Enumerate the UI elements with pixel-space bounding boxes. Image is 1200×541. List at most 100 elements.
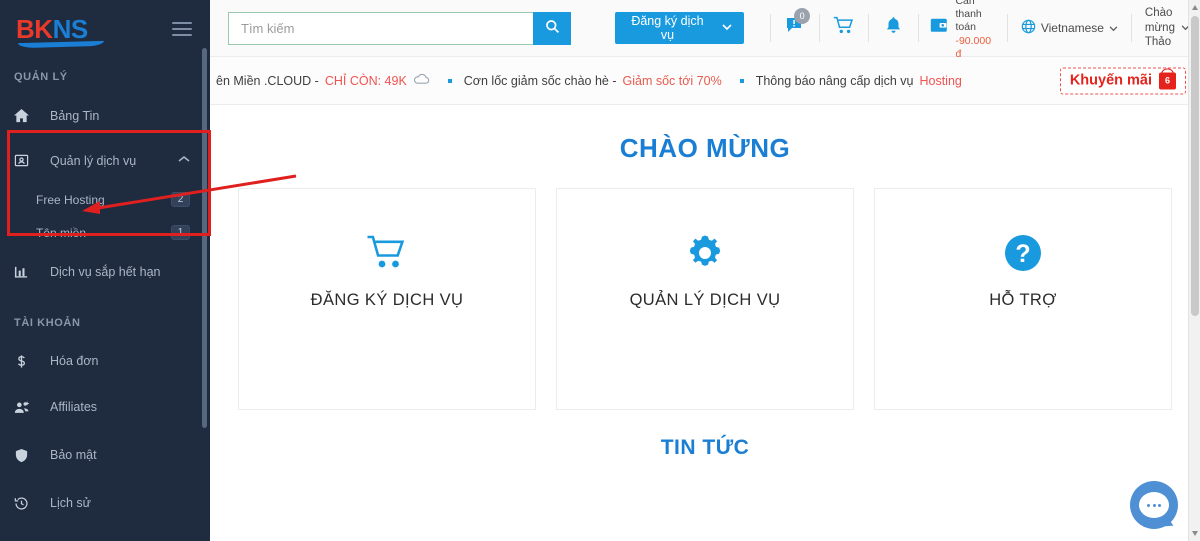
promotion-button[interactable]: Khuyến mãi 6 [1059, 67, 1186, 94]
chat-dots [1139, 492, 1169, 518]
promo-separator-dot [447, 78, 452, 83]
wallet-balance[interactable]: Cần thanh toán -90.000 đ [918, 0, 1006, 60]
sidebar-subitem-ten-mien[interactable]: Tên miền 1 [0, 216, 210, 249]
search-button[interactable] [533, 11, 571, 45]
promotion-button-label: Khuyến mãi [1069, 72, 1152, 89]
promo-item-3-text: Thông báo nâng cấp dịch vụ [755, 73, 914, 88]
card-title: ĐĂNG KÝ DỊCH VỤ [310, 291, 464, 309]
sidebar-subitem-label: Tên miền [36, 225, 87, 240]
register-service-button[interactable]: Đăng ký dịch vụ [615, 12, 744, 44]
register-service-label: Đăng ký dịch vụ [631, 14, 704, 42]
question-circle-icon: ? [1003, 229, 1043, 277]
promo-item-1[interactable]: ên Miền .CLOUD - CHỈ CÒN: 49K [216, 73, 430, 88]
sidebar-subitem-badge: 1 [171, 225, 190, 240]
hamburger-icon[interactable] [172, 21, 192, 36]
gear-icon [685, 229, 725, 277]
wallet-icon [930, 17, 948, 39]
language-label: Vietnamese [1040, 21, 1104, 35]
wallet-label-line3: toán [955, 21, 976, 34]
card-ho-tro[interactable]: ? HỖ TRỢ [874, 188, 1172, 410]
quick-action-cards: ĐĂNG KÝ DỊCH VỤ QUẢN LÝ DỊCH VỤ ? HỖ TRỢ [210, 164, 1200, 410]
messages-button[interactable]: 0 [771, 0, 819, 57]
sidebar-section-account-title: TÀI KHOẢN [14, 317, 81, 329]
promo-separator-dot [739, 78, 744, 83]
user-greeting-line1: Chào [1144, 6, 1173, 19]
search-group [228, 11, 571, 45]
card-title: HỖ TRỢ [989, 291, 1057, 309]
sidebar-item-label: Quản lý dịch vụ [50, 153, 137, 168]
wallet-label-line1: Cần [955, 0, 975, 8]
promo-item-2[interactable]: Cơn lốc giảm sốc chào hè - Giảm sốc tới … [464, 74, 722, 88]
promo-item-1-text: ên Miền .CLOUD - [216, 73, 319, 88]
sidebar-item-label: Hóa đơn [50, 354, 99, 368]
wallet-label-line2: thanh [955, 8, 982, 21]
chevron-down-icon [722, 23, 732, 33]
sidebar-brand-header: BKNS [0, 0, 210, 57]
sidebar-item-label: Bảng Tin [50, 108, 100, 123]
logo-text-bk: BK [16, 13, 53, 44]
logo-text-ns: NS [52, 13, 89, 44]
promo-item-3[interactable]: Thông báo nâng cấp dịch vụ Hosting [756, 74, 962, 88]
promo-item-2-text: Cơn lốc giảm sốc chào hè - [463, 73, 617, 88]
bkns-logo[interactable]: BKNS [16, 13, 105, 48]
cloud-icon [413, 73, 430, 88]
gift-icon: 6 [1159, 68, 1176, 89]
chat-bubble-icon[interactable] [1130, 481, 1178, 529]
sidebar-subitem-free-hosting[interactable]: Free Hosting 2 [0, 183, 210, 216]
bell-icon [885, 16, 902, 40]
cart-icon [833, 16, 855, 41]
sidebar-item-danh-sach-lien-he[interactable]: Danh sách liên hệ [0, 527, 210, 541]
sidebar-item-label: Dịch vụ sắp hết hạn [50, 265, 161, 279]
notifications-button[interactable] [869, 0, 917, 57]
promo-item-3-highlight: Hosting [919, 73, 962, 88]
sidebar-item-hoa-don[interactable]: Hóa đơn [0, 339, 210, 383]
scroll-down-arrow-icon[interactable] [1192, 531, 1198, 536]
id-card-icon [14, 153, 36, 168]
news-heading: TIN TỨC [660, 436, 750, 459]
user-greeting-line2: mừng [1144, 21, 1175, 34]
sidebar-item-bao-mat[interactable]: Bảo mật [0, 431, 210, 479]
svg-text:?: ? [1015, 240, 1030, 268]
shield-icon [14, 448, 36, 463]
message-badge: 0 [794, 7, 811, 24]
cart-icon [366, 229, 408, 277]
main-area: Đăng ký dịch vụ 0 [210, 0, 1200, 541]
search-icon [545, 19, 560, 37]
sidebar-item-affiliates[interactable]: Affiliates [0, 383, 210, 431]
promo-item-1-highlight: CHỈ CÒN: 49K [324, 73, 407, 88]
chevron-down-icon [1109, 21, 1118, 35]
sidebar-item-label: Bảo mật [50, 448, 97, 462]
sidebar-section-manage-title: QUẢN LÝ [14, 71, 68, 83]
home-icon [14, 108, 36, 123]
sidebar-subitem-label: Free Hosting [36, 192, 105, 207]
bar-chart-icon [14, 265, 36, 280]
globe-icon [1021, 19, 1036, 37]
page-scrollbar[interactable] [1188, 0, 1200, 541]
dashboard-content: CHÀO MỪNG ĐĂNG KÝ DỊCH VỤ QUẢN LÝ DỊCH V… [210, 105, 1200, 541]
sidebar-item-dich-vu-sap-het-han[interactable]: Dịch vụ sắp hết hạn [0, 249, 210, 295]
sidebar: BKNS QUẢN LÝ Bảng Tin Quản lý dịch vụ Fr… [0, 0, 210, 541]
sidebar-item-lich-su[interactable]: Lịch sử [0, 479, 210, 527]
sidebar-item-bang-tin[interactable]: Bảng Tin [0, 93, 210, 138]
sidebar-item-quan-ly-dich-vu[interactable]: Quản lý dịch vụ [0, 138, 210, 183]
topbar: Đăng ký dịch vụ 0 [210, 0, 1200, 60]
sidebar-scrollbar[interactable] [202, 48, 207, 428]
chevron-up-icon[interactable] [178, 155, 190, 166]
scrollbar-thumb[interactable] [1191, 16, 1199, 316]
sidebar-subitem-badge: 2 [171, 192, 190, 207]
dollar-icon [14, 354, 36, 369]
promo-ticker: ên Miền .CLOUD - CHỈ CÒN: 49K Cơn lốc gi… [210, 57, 1200, 105]
search-input[interactable] [228, 11, 533, 45]
language-selector[interactable]: Vietnamese [1008, 0, 1131, 57]
user-greeting-block: Chào mừng Thảo [1145, 6, 1175, 51]
card-title: QUẢN LÝ DỊCH VỤ [629, 291, 781, 309]
cart-button[interactable] [820, 0, 868, 57]
scroll-up-arrow-icon[interactable] [1192, 5, 1198, 10]
users-plus-icon [14, 400, 36, 415]
card-dang-ky-dich-vu[interactable]: ĐĂNG KÝ DỊCH VỤ [238, 188, 536, 410]
sidebar-item-label: Affiliates [50, 400, 98, 414]
welcome-heading: CHÀO MỪNG [619, 133, 791, 163]
user-greeting-line3: Thảo [1144, 36, 1172, 49]
app-root: BKNS QUẢN LÝ Bảng Tin Quản lý dịch vụ Fr… [0, 0, 1200, 541]
card-quan-ly-dich-vu[interactable]: QUẢN LÝ DỊCH VỤ [556, 188, 854, 410]
